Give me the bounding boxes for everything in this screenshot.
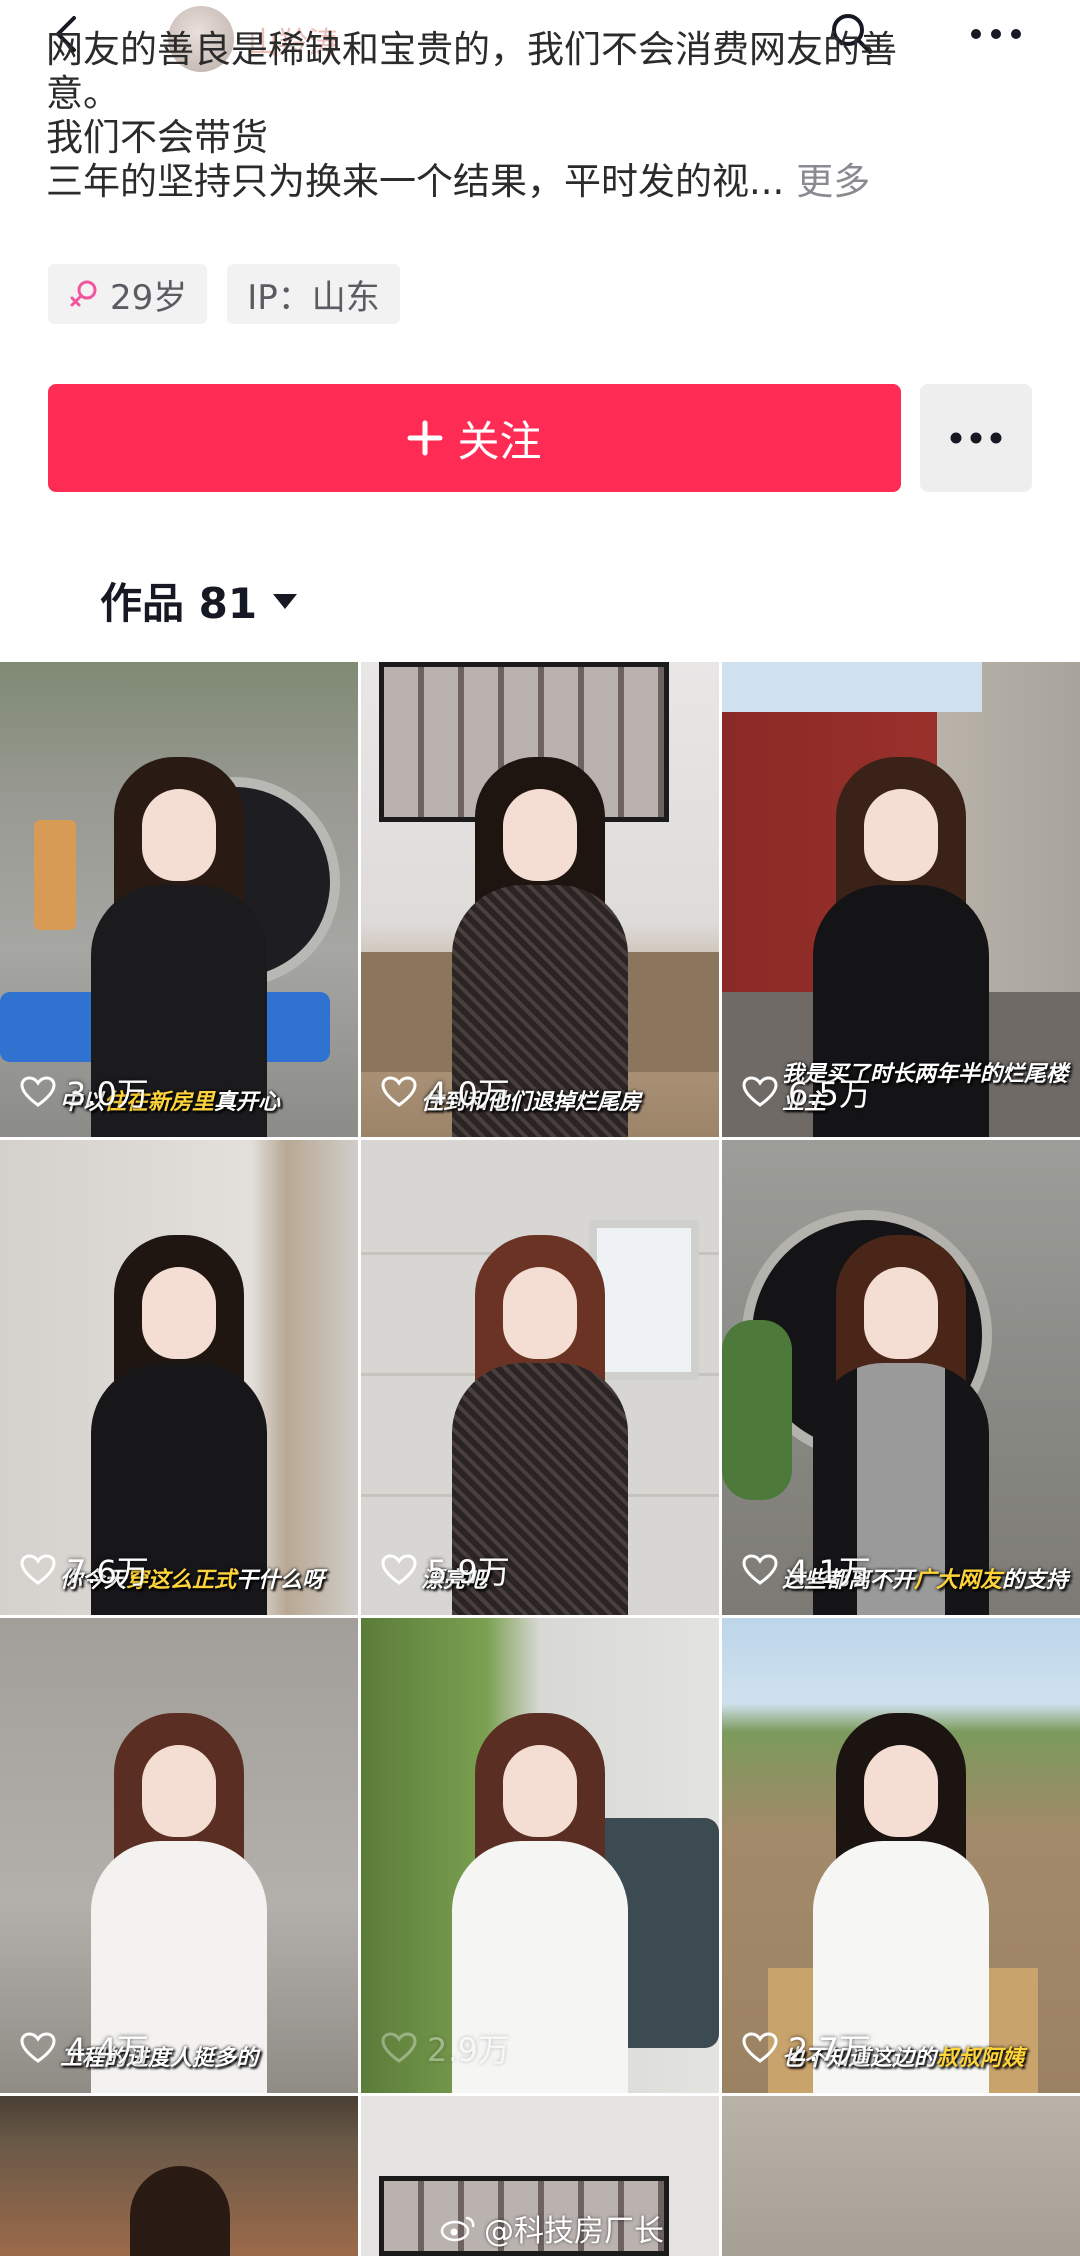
female-icon xyxy=(70,280,97,307)
watermark: @科技房厂长 xyxy=(440,2206,664,2250)
heart-icon xyxy=(20,1554,56,1585)
watermark-text: @科技房厂长 xyxy=(484,2214,664,2249)
like-count: 6.5万 xyxy=(742,1069,871,1115)
video-thumbnail[interactable]: 也不知道这边的叔叔阿姨 2.7万 xyxy=(722,1618,1080,2093)
follow-button[interactable]: 关注 xyxy=(48,384,901,492)
ip-tag: IP：山东 xyxy=(227,264,400,324)
bio-line-text: 三年的坚持只为换来一个结果，平时发的视... xyxy=(46,160,785,203)
like-count: 7.6万 xyxy=(20,1547,149,1593)
profile-bio: 网友的善良是稀缺和宝贵的，我们不会消费网友的善 意。 我们不会带货 三年的坚持只… xyxy=(46,28,1036,204)
video-thumbnail[interactable] xyxy=(722,2096,1080,2256)
like-count: 4.1万 xyxy=(742,1547,871,1593)
person-head xyxy=(130,2166,230,2256)
heart-icon xyxy=(742,1554,778,1585)
video-thumbnail[interactable]: 漂亮吧 5.9万 xyxy=(361,1140,719,1615)
plus-icon xyxy=(407,420,443,456)
heart-icon xyxy=(381,1076,417,1107)
heart-icon xyxy=(742,2032,778,2063)
bio-more-link[interactable]: 更多 xyxy=(796,160,870,203)
tab-works[interactable]: 作品 81 xyxy=(100,570,299,631)
more-actions-button[interactable] xyxy=(920,384,1032,492)
like-count: 2.7万 xyxy=(742,2025,871,2071)
video-thumbnail[interactable]: 你今天穿这么正式干什么呀 7.6万 xyxy=(0,1140,358,1615)
plant-shape xyxy=(722,1320,792,1500)
bio-line: 网友的善良是稀缺和宝贵的，我们不会消费网友的善 xyxy=(46,28,897,71)
weibo-icon xyxy=(440,2216,475,2242)
bio-line: 意。 xyxy=(46,72,120,115)
video-thumbnail[interactable]: 工程的进度人挺多的 4.4万 xyxy=(0,1618,358,2093)
like-count: 4.0万 xyxy=(381,1069,510,1115)
towel-shape xyxy=(34,820,76,930)
video-thumbnail[interactable] xyxy=(0,2096,358,2256)
like-count: 4.4万 xyxy=(20,2025,149,2071)
works-label: 作品 81 xyxy=(100,579,258,628)
thumbnail-image xyxy=(722,2096,1080,2256)
more-dots-icon xyxy=(950,432,1002,444)
heart-icon xyxy=(20,2032,56,2063)
profile-tags: 29岁 IP：山东 xyxy=(48,264,400,324)
caret-down-icon xyxy=(273,593,298,609)
heart-icon xyxy=(381,1554,417,1585)
video-thumbnail[interactable]: 2.9万 xyxy=(361,1618,719,2093)
sky-shape xyxy=(722,662,982,712)
bio-line-truncated: 三年的坚持只为换来一个结果，平时发的视... 更多 xyxy=(46,160,1036,204)
age-tag: 29岁 xyxy=(48,264,208,324)
ip-text: IP：山东 xyxy=(247,277,380,318)
video-thumbnail[interactable]: 中以住在新房里真开心 3.0万 xyxy=(0,662,358,1137)
heart-icon xyxy=(381,2032,417,2063)
like-count: 2.9万 xyxy=(381,2025,510,2071)
heart-icon xyxy=(742,1076,778,1107)
follow-label: 关注 xyxy=(457,416,542,466)
video-thumbnail[interactable]: 我是买了时长两年半的烂尾楼业主 6.5万 xyxy=(722,662,1080,1137)
heart-icon xyxy=(20,1076,56,1107)
age-text: 29岁 xyxy=(110,277,188,318)
bio-line: 我们不会带货 xyxy=(46,116,268,159)
video-thumbnail[interactable]: 住到和他们退掉烂尾房 4.0万 xyxy=(361,662,719,1137)
video-thumbnail[interactable]: 这些都离不开广大网友的支持 4.1万 xyxy=(722,1140,1080,1615)
like-count: 3.0万 xyxy=(20,1069,149,1115)
like-count: 5.9万 xyxy=(381,1547,510,1593)
